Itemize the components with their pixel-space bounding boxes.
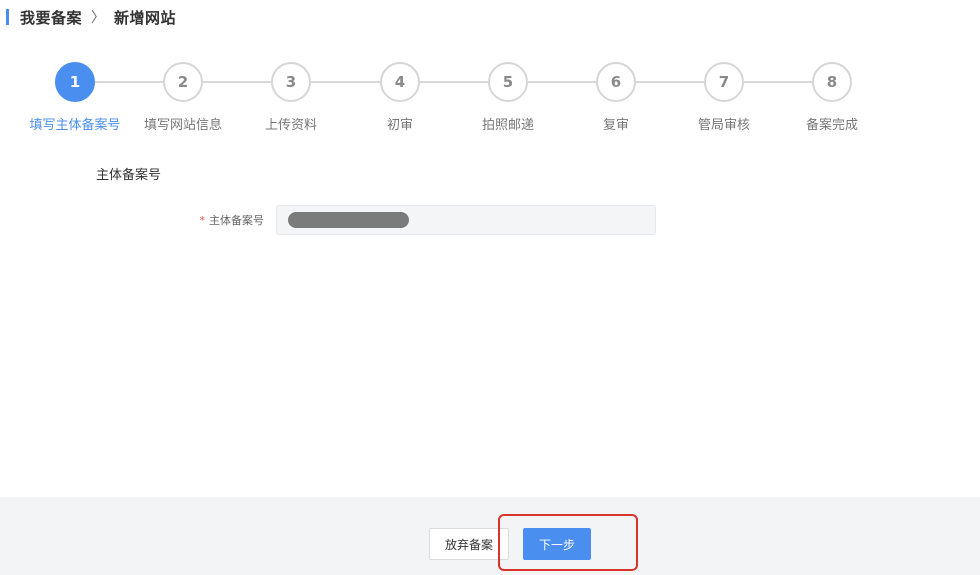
step-number-circle: 7 [704, 62, 744, 102]
breadcrumb-item-filing[interactable]: 我要备案 [20, 7, 82, 28]
step-1: 1 填写主体备案号 [20, 62, 130, 133]
filing-number-label: * 主体备案号 [200, 212, 265, 228]
step-label: 填写网站信息 [143, 118, 222, 133]
step-number-circle: 2 [163, 62, 203, 102]
step-label: 复审 [602, 118, 629, 133]
page: 我要备案 〉 新增网站 1 填写主体备案号 2 填写网站信息 3 上传资料 4 初审 5 拍照邮递… [0, 0, 980, 575]
step-progress: 1 填写主体备案号 2 填写网站信息 3 上传资料 4 初审 5 拍照邮递 6 复审 7 管局审核 8 备案完… [0, 62, 980, 142]
step-2: 2 填写网站信息 [128, 62, 238, 133]
step-number-circle: 4 [380, 62, 420, 102]
step-label: 拍照邮递 [481, 118, 534, 133]
step-6: 6 复审 [561, 62, 671, 133]
step-label: 管局审核 [697, 118, 750, 133]
step-number-circle: 6 [596, 62, 636, 102]
step-8: 8 备案完成 [777, 62, 887, 133]
step-number-circle: 5 [488, 62, 528, 102]
breadcrumb: 我要备案 〉 新增网站 [0, 6, 176, 28]
breadcrumb-accent-bar [6, 9, 9, 25]
step-label: 填写主体备案号 [29, 118, 121, 133]
section-title: 主体备案号 [96, 168, 162, 183]
filing-number-input[interactable] [276, 205, 656, 235]
next-step-button[interactable]: 下一步 [523, 528, 591, 560]
filing-number-label-text: 主体备案号 [209, 214, 264, 227]
step-4: 4 初审 [345, 62, 455, 133]
redacted-value [288, 212, 409, 228]
footer-bar: 放弃备案 下一步 [0, 497, 980, 575]
chevron-right-icon: 〉 [91, 10, 106, 26]
step-number-circle: 1 [55, 62, 95, 102]
step-number-circle: 8 [812, 62, 852, 102]
form-row-filing-number: * 主体备案号 [0, 205, 980, 235]
required-mark: * [199, 214, 206, 227]
step-label: 备案完成 [805, 118, 858, 133]
step-3: 3 上传资料 [236, 62, 346, 133]
breadcrumb-item-new-website: 新增网站 [114, 8, 177, 27]
abandon-filing-button[interactable]: 放弃备案 [429, 528, 509, 560]
step-7: 7 管局审核 [669, 62, 779, 133]
step-5: 5 拍照邮递 [453, 62, 563, 133]
step-label: 上传资料 [264, 118, 317, 133]
step-label: 初审 [386, 118, 413, 133]
step-number-circle: 3 [271, 62, 311, 102]
